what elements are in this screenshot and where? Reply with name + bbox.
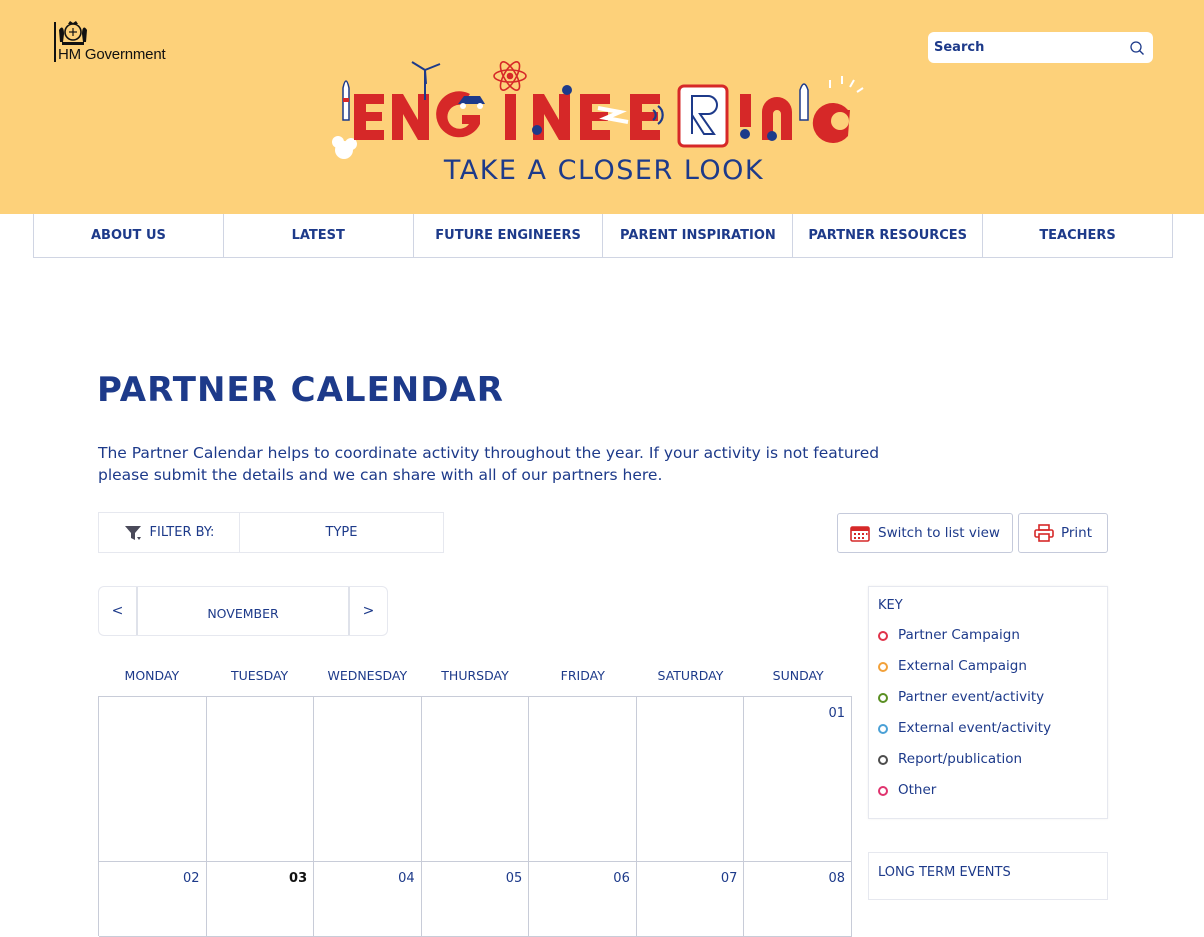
- weekday-header: MONDAY TUESDAY WEDNESDAY THURSDAY FRIDAY…: [98, 668, 852, 696]
- key-item-other[interactable]: Other: [878, 782, 1103, 813]
- brand-tagline: TAKE A CLOSER LOOK: [443, 155, 765, 186]
- day-number: 05: [505, 871, 523, 886]
- weekday-monday: MONDAY: [124, 668, 180, 683]
- long-term-events-panel[interactable]: LONG TERM EVENTS: [868, 852, 1108, 900]
- key-item-label: Partner event/activity: [898, 689, 1045, 705]
- engineering-brand-logo[interactable]: TAKE A CLOSER LOOK: [330, 60, 878, 190]
- day-number: 02: [183, 871, 200, 886]
- filter-label: FILTER BY:: [99, 513, 240, 552]
- calendar-day-cell-empty: [636, 697, 745, 862]
- month-navigation: < NOVEMBER >: [98, 586, 388, 636]
- key-list: Partner Campaign External Campaign Partn…: [878, 627, 1103, 813]
- weekday-tuesday: TUESDAY: [230, 668, 289, 683]
- page-title: PARTNER CALENDAR: [97, 370, 504, 410]
- day-number: 04: [398, 871, 415, 886]
- key-item-external-campaign[interactable]: External Campaign: [878, 658, 1103, 689]
- filter-label-text: FILTER BY:: [149, 525, 215, 540]
- calendar-day-cell[interactable]: 06: [529, 862, 637, 937]
- calendar-day-cell[interactable]: 02: [99, 862, 207, 937]
- key-item-report-publication[interactable]: Report/publication: [878, 751, 1103, 782]
- next-month-button[interactable]: >: [348, 587, 387, 635]
- calendar-day-cell[interactable]: 05: [421, 862, 530, 937]
- key-item-partner-campaign[interactable]: Partner Campaign: [878, 627, 1103, 658]
- key-dot-icon: [878, 662, 888, 672]
- key-item-label: Report/publication: [898, 751, 1023, 767]
- site-header: HM Government TAKE A CLOSER LOOK Search: [0, 0, 1204, 214]
- weekday-wednesday: WEDNESDAY: [327, 668, 408, 683]
- weekday-friday: FRIDAY: [560, 668, 605, 683]
- rocket-icon: [332, 80, 357, 159]
- day-number: 01: [828, 706, 845, 721]
- previous-month-button[interactable]: <: [99, 587, 138, 635]
- day-number: 08: [828, 871, 845, 886]
- switch-to-list-view-label: Switch to list view: [878, 525, 1000, 541]
- weekday-sunday: SUNDAY: [772, 668, 824, 683]
- filter-funnel-icon: [124, 525, 141, 540]
- key-dot-icon: [878, 786, 888, 796]
- key-dot-icon: [878, 724, 888, 734]
- calendar-day-cell[interactable]: 04: [314, 862, 422, 937]
- nav-item-parent-inspiration[interactable]: PARENT INSPIRATION: [603, 214, 794, 257]
- royal-crest-icon: [59, 21, 87, 45]
- calendar-day-cell-empty: [529, 697, 637, 862]
- nav-item-teachers[interactable]: TEACHERS: [983, 214, 1172, 257]
- calendar-day-cell[interactable]: 08: [744, 862, 852, 937]
- hm-government-logo[interactable]: HM Government: [54, 20, 184, 64]
- calendar-day-cell-empty: [421, 697, 530, 862]
- gov-logo-bar: [54, 22, 56, 62]
- main-navigation: ABOUT US LATEST FUTURE ENGINEERS PARENT …: [33, 214, 1173, 258]
- search-box[interactable]: [928, 32, 1153, 63]
- calendar-icon: [850, 525, 870, 542]
- key-item-label: External event/activity: [898, 720, 1052, 736]
- calendar-day-cell-empty: [99, 697, 207, 862]
- nav-item-about-us[interactable]: ABOUT US: [34, 214, 224, 257]
- weekday-thursday: THURSDAY: [441, 668, 509, 683]
- search-input[interactable]: [934, 36, 1124, 58]
- nav-item-partner-resources[interactable]: PARTNER RESOURCES: [793, 214, 984, 257]
- print-label: Print: [1060, 525, 1093, 541]
- calendar-key-panel: KEY Partner Campaign External Campaign P…: [868, 586, 1108, 819]
- key-title: KEY: [878, 598, 903, 613]
- nav-item-future-engineers[interactable]: FUTURE ENGINEERS: [414, 214, 604, 257]
- weekday-saturday: SATURDAY: [657, 668, 724, 683]
- key-dot-icon: [878, 693, 888, 703]
- filter-bar: FILTER BY: TYPE: [98, 512, 444, 553]
- calendar-day-cell-empty: [314, 697, 422, 862]
- switch-to-list-view-button[interactable]: Switch to list view: [837, 513, 1013, 553]
- calendar-day-cell-today[interactable]: 03: [206, 862, 315, 937]
- key-item-label: Partner Campaign: [898, 627, 1020, 643]
- calendar-day-cell[interactable]: 07: [636, 862, 745, 937]
- calendar-grid: 01 02 03 04 05 06 07 08: [98, 696, 852, 937]
- key-dot-icon: [878, 631, 888, 641]
- print-button[interactable]: Print: [1018, 513, 1108, 553]
- key-item-label: External Campaign: [898, 658, 1027, 674]
- calendar-day-cell-empty: [206, 697, 315, 862]
- day-number: 06: [613, 871, 630, 886]
- key-item-external-event[interactable]: External event/activity: [878, 720, 1103, 751]
- day-number: 07: [720, 871, 738, 886]
- search-icon[interactable]: [1129, 40, 1145, 56]
- long-term-events-title: LONG TERM EVENTS: [878, 865, 1011, 880]
- current-month-label: NOVEMBER: [207, 605, 279, 621]
- nav-item-latest[interactable]: LATEST: [224, 214, 414, 257]
- gov-logo-text: HM Government: [58, 46, 166, 63]
- filter-type-dropdown[interactable]: TYPE: [240, 513, 443, 552]
- engineering-wordmark-icon: [332, 61, 864, 159]
- day-number: 03: [289, 871, 308, 886]
- key-item-partner-event[interactable]: Partner event/activity: [878, 689, 1103, 720]
- printer-icon: [1034, 524, 1054, 542]
- key-item-label: Other: [898, 782, 937, 798]
- calendar-day-cell[interactable]: 01: [744, 697, 852, 862]
- intro-text: The Partner Calendar helps to coordinate…: [98, 444, 880, 484]
- key-dot-icon: [878, 755, 888, 765]
